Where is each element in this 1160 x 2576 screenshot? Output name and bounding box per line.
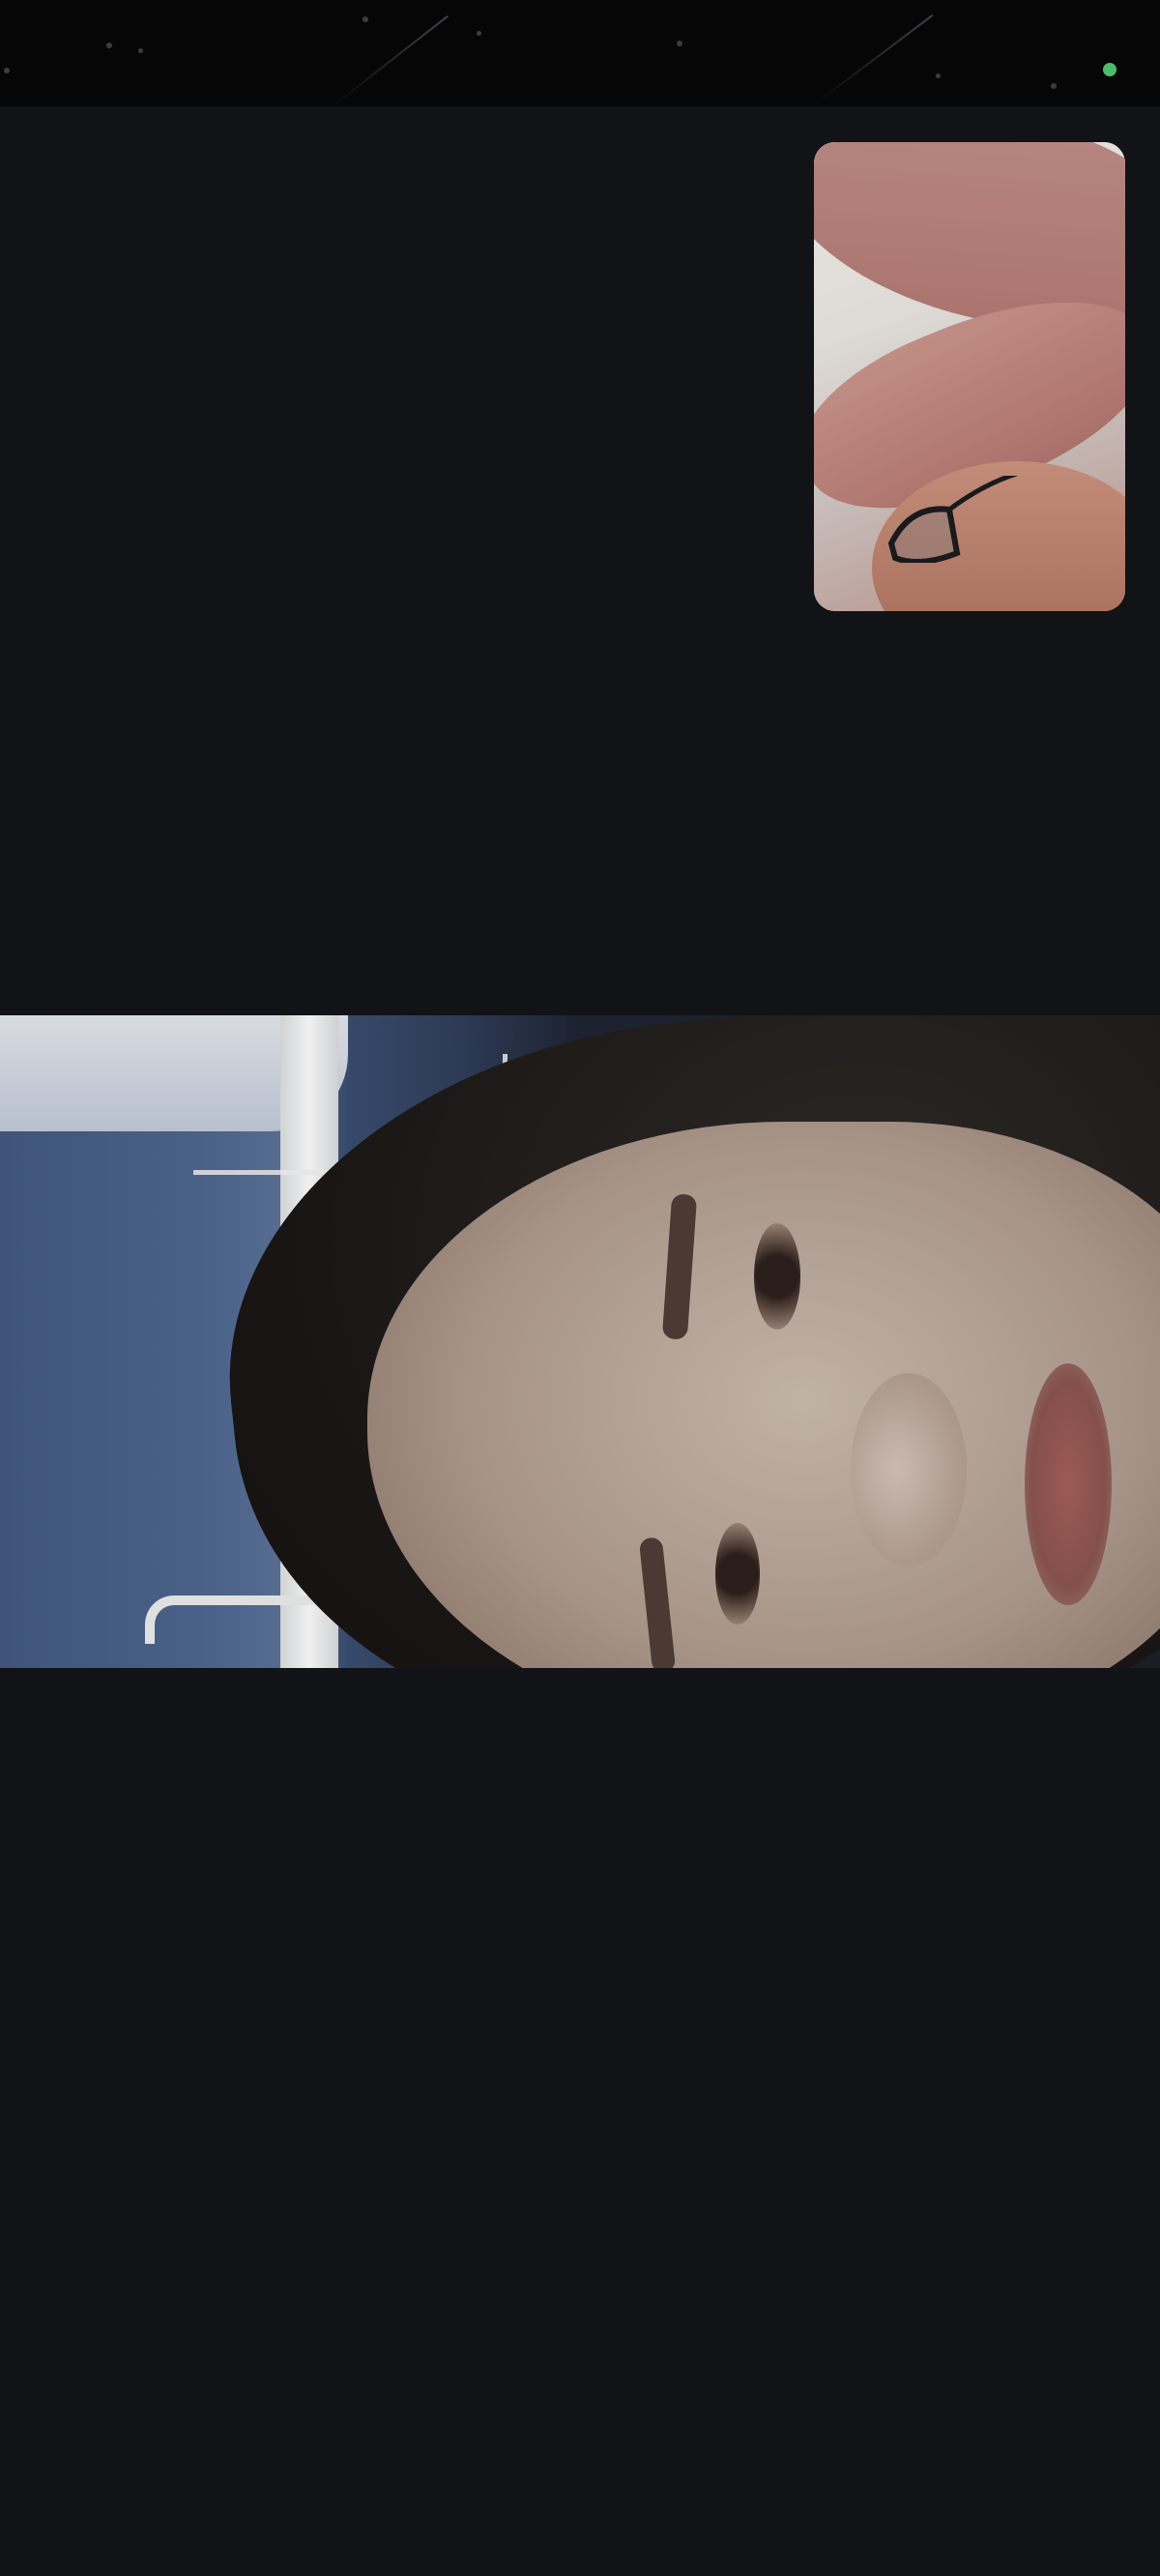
remote-video-feed[interactable] [0,1015,1160,1668]
status-bar-decoration [4,68,10,73]
status-bar-decoration [477,31,481,36]
remote-video-image [1025,1363,1112,1605]
self-view-preview[interactable] [814,142,1125,611]
self-view-image [887,476,1019,563]
remote-video-image [754,1223,800,1330]
status-bar-decoration [677,41,682,46]
video-call-screen [0,0,1160,2576]
status-bar-decoration [936,73,941,78]
status-bar-decoration [816,14,934,103]
remote-video-image [851,1373,967,1566]
status-bar-decoration [1051,83,1057,89]
status-bar-decoration [362,16,368,22]
status-bar [0,0,1160,106]
camera-in-use-indicator-icon [1103,63,1116,76]
status-bar-decoration [138,48,143,53]
status-bar-decoration [333,15,449,106]
status-bar-decoration [106,43,112,48]
remote-video-image [715,1523,760,1625]
